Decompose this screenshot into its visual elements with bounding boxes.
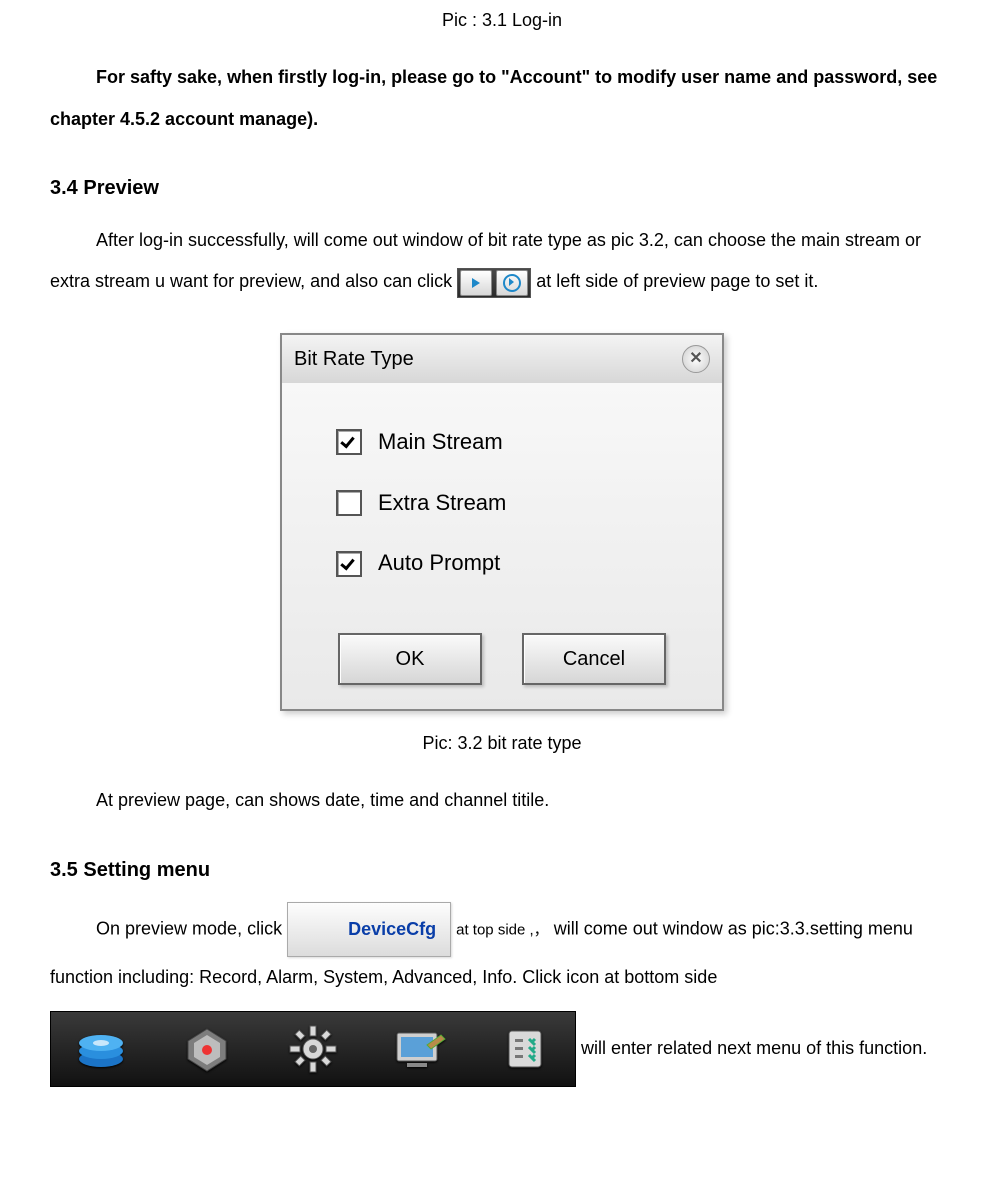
info-icon[interactable] bbox=[481, 1021, 569, 1077]
checkbox-icon[interactable] bbox=[336, 490, 362, 516]
dialog-title-text: Bit Rate Type bbox=[294, 345, 414, 373]
circle-play-icon bbox=[496, 270, 528, 296]
settings-toolbar bbox=[50, 1011, 576, 1087]
devicecfg-button[interactable]: DeviceCfg bbox=[287, 902, 451, 957]
section-3-4-paragraph-2: At preview page, can shows date, time an… bbox=[50, 780, 954, 821]
safety-note: For safty sake, when firstly log-in, ple… bbox=[50, 57, 954, 140]
ok-button[interactable]: OK bbox=[338, 633, 482, 685]
stream-toggle-icon[interactable] bbox=[457, 268, 531, 298]
section-3-4-title: 3.4 Preview bbox=[50, 174, 954, 202]
section-3-4-paragraph-1: After log-in successfully, will come out… bbox=[50, 220, 954, 303]
figure-caption-3-1: Pic : 3.1 Log-in bbox=[50, 8, 954, 33]
checkbox-icon[interactable] bbox=[336, 551, 362, 577]
bitrate-dialog: Bit Rate Type ✕ Main Stream Extra Stream… bbox=[280, 333, 724, 711]
text-fragment: at left side of preview page to set it. bbox=[536, 271, 818, 291]
option-main-stream[interactable]: Main Stream bbox=[336, 427, 682, 458]
option-label: Auto Prompt bbox=[378, 548, 500, 579]
section-3-5-toolbar-line: will enter related next menu of this fun… bbox=[50, 1011, 954, 1087]
system-icon[interactable] bbox=[269, 1021, 357, 1077]
dialog-body: Main Stream Extra Stream Auto Prompt bbox=[282, 383, 722, 627]
text-fragment: On preview mode, click bbox=[96, 918, 287, 938]
section-3-5-paragraph-1: On preview mode, click DeviceCfg at top … bbox=[50, 902, 954, 999]
option-label: Extra Stream bbox=[378, 488, 506, 519]
play-icon bbox=[460, 270, 492, 296]
record-icon[interactable] bbox=[57, 1021, 145, 1077]
close-icon[interactable]: ✕ bbox=[682, 345, 710, 373]
bitrate-dialog-figure: Bit Rate Type ✕ Main Stream Extra Stream… bbox=[50, 333, 954, 711]
cancel-button[interactable]: Cancel bbox=[522, 633, 666, 685]
checkbox-icon[interactable] bbox=[336, 429, 362, 455]
figure-caption-3-2: Pic: 3.2 bit rate type bbox=[50, 731, 954, 756]
option-extra-stream[interactable]: Extra Stream bbox=[336, 488, 682, 519]
dialog-titlebar: Bit Rate Type ✕ bbox=[282, 335, 722, 383]
option-label: Main Stream bbox=[378, 427, 503, 458]
text-fragment-small: at top side ,， bbox=[456, 921, 549, 938]
section-3-5-title: 3.5 Setting menu bbox=[50, 856, 954, 884]
option-auto-prompt[interactable]: Auto Prompt bbox=[336, 548, 682, 579]
text-fragment: will enter related next menu of this fun… bbox=[581, 1037, 927, 1057]
alarm-icon[interactable] bbox=[163, 1021, 251, 1077]
dialog-button-row: OK Cancel bbox=[282, 627, 722, 709]
advanced-icon[interactable] bbox=[375, 1021, 463, 1077]
